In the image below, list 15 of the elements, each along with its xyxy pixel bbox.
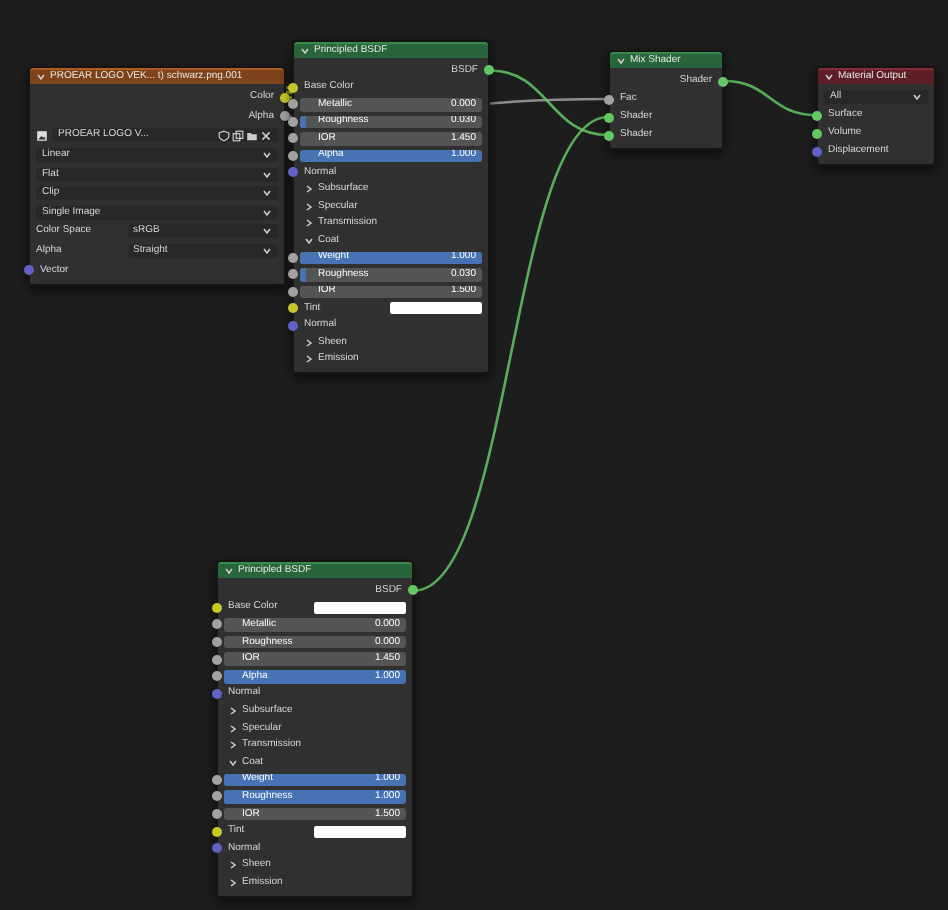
caret-icon [912,92,922,102]
collapse-chevron-icon [616,56,626,66]
node-link [723,79,817,117]
shield-icon[interactable] [218,129,230,142]
color-swatch[interactable] [313,825,406,838]
color-swatch[interactable] [389,302,482,315]
close-icon[interactable] [260,129,272,142]
color-swatch[interactable] [313,601,406,614]
copy-icon[interactable] [232,129,244,142]
collapse-chevron-icon [36,72,46,82]
image-icon[interactable] [36,129,48,142]
collapse-chevron-icon [300,46,310,56]
collapse-chevron-icon [824,72,834,82]
folder-icon[interactable] [246,129,258,142]
collapse-chevron-icon [224,566,234,576]
